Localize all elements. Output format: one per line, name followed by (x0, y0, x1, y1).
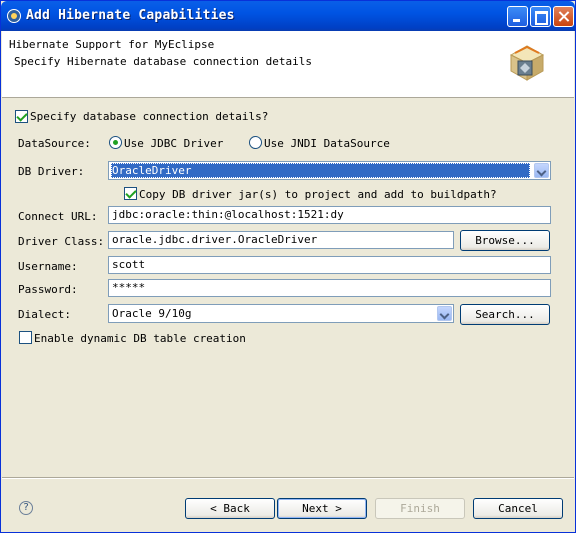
driver-class-input[interactable]: oracle.jdbc.driver.OracleDriver (108, 231, 454, 249)
minimize-button[interactable] (507, 6, 528, 27)
header-description: Specify Hibernate database connection de… (14, 55, 313, 68)
close-button[interactable] (553, 6, 574, 27)
db-driver-label: DB Driver: (18, 165, 85, 178)
db-driver-value: OracleDriver (111, 163, 530, 178)
specify-details-label[interactable]: Specify database connection details? (30, 110, 268, 123)
wizard-header: Hibernate Support for MyEclipse Specify … (2, 31, 574, 98)
password-label: Password: (18, 283, 78, 296)
dialect-label: Dialect: (18, 308, 71, 321)
copy-jar-checkbox[interactable] (124, 187, 137, 200)
cancel-button[interactable]: Cancel (473, 498, 563, 519)
username-label: Username: (18, 260, 78, 273)
eclipse-app-icon (7, 9, 21, 23)
connect-url-label: Connect URL: (18, 210, 98, 223)
specify-details-checkbox[interactable] (15, 110, 28, 123)
window-title: Add Hibernate Capabilities (26, 8, 235, 23)
dialect-select[interactable]: Oracle 9/10g (108, 304, 454, 323)
use-jdbc-radio[interactable] (109, 136, 122, 149)
password-input[interactable]: ***** (108, 279, 551, 297)
dynamic-table-checkbox[interactable] (19, 331, 32, 344)
dynamic-table-label[interactable]: Enable dynamic DB table creation (34, 332, 246, 345)
chevron-down-icon[interactable] (534, 163, 549, 178)
use-jndi-label[interactable]: Use JNDI DataSource (264, 137, 390, 150)
maximize-icon (531, 7, 550, 26)
hibernate-banner-icon (509, 45, 545, 81)
browse-button[interactable]: Browse... (460, 230, 550, 251)
maximize-button[interactable] (530, 6, 551, 27)
connect-url-input[interactable]: jdbc:oracle:thin:@localhost:1521:dy (108, 206, 551, 224)
dialect-value: Oracle 9/10g (112, 307, 192, 320)
driver-class-label: Driver Class: (18, 235, 105, 248)
dialog-window: Add Hibernate Capabilities Hibernate Sup… (0, 0, 576, 533)
close-icon (554, 7, 573, 26)
title-bar[interactable]: Add Hibernate Capabilities (1, 1, 575, 31)
username-input[interactable]: scott (108, 256, 551, 274)
use-jndi-radio[interactable] (249, 136, 262, 149)
db-driver-select[interactable]: OracleDriver (108, 161, 551, 180)
copy-jar-label[interactable]: Copy DB driver jar(s) to project and add… (139, 188, 497, 201)
back-button[interactable]: < Back (185, 498, 275, 519)
next-button[interactable]: Next > (277, 498, 367, 519)
datasource-label: DataSource: (18, 137, 91, 150)
finish-button[interactable]: Finish (375, 498, 465, 519)
header-title: Hibernate Support for MyEclipse (9, 38, 215, 51)
use-jdbc-label[interactable]: Use JDBC Driver (124, 137, 223, 150)
chevron-down-icon[interactable] (437, 306, 452, 321)
search-button[interactable]: Search... (460, 304, 550, 325)
minimize-icon (508, 7, 527, 26)
help-icon[interactable]: ? (19, 501, 33, 515)
footer-divider (2, 477, 574, 479)
